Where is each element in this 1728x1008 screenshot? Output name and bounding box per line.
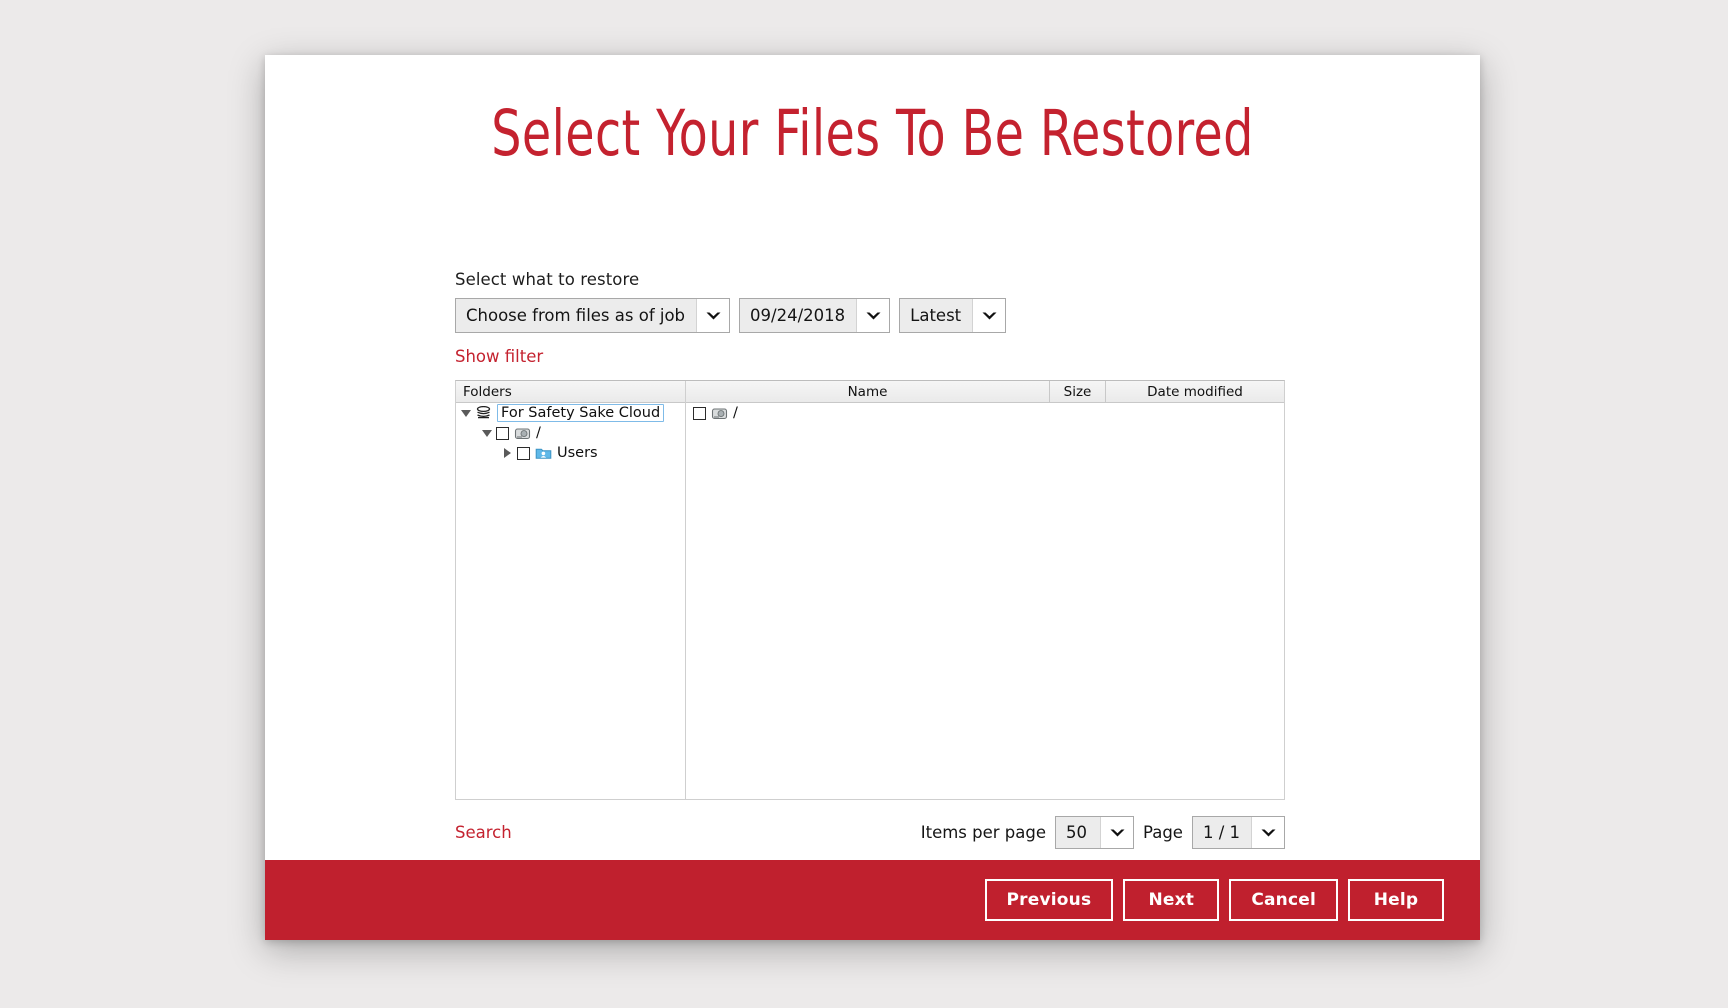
file-list: /: [686, 403, 1284, 799]
source-select-value: Choose from files as of job: [456, 299, 697, 332]
items-per-page-value: 50: [1056, 817, 1100, 848]
file-list-row[interactable]: /: [686, 403, 1284, 423]
dialog-action-bar: Previous Next Cancel Help: [265, 860, 1480, 940]
cloud-stack-icon: [475, 405, 492, 421]
date-select[interactable]: 09/24/2018: [739, 298, 891, 333]
dialog-content: Select what to restore Choose from files…: [455, 270, 1285, 849]
tree-node-label: /: [536, 425, 541, 441]
column-header-size[interactable]: Size: [1050, 381, 1106, 402]
file-browser: Folders For Safety Sake Cloud / Users Na…: [455, 380, 1285, 800]
page-select[interactable]: 1 / 1: [1191, 816, 1285, 849]
hard-drive-icon: [514, 426, 531, 441]
items-per-page-label: Items per page: [920, 823, 1046, 842]
previous-button[interactable]: Previous: [984, 879, 1114, 921]
column-header-date-modified[interactable]: Date modified: [1106, 381, 1284, 402]
users-folder-icon: [535, 446, 552, 461]
tree-node-root-slash[interactable]: /: [456, 423, 685, 443]
folders-column-header: Folders: [456, 381, 685, 403]
source-select[interactable]: Choose from files as of job: [455, 298, 731, 333]
tree-node-checkbox[interactable]: [496, 426, 509, 440]
cancel-button[interactable]: Cancel: [1229, 879, 1338, 921]
restore-source-controls: Choose from files as of job 09/24/2018 L…: [455, 298, 1285, 333]
triangle-down-icon[interactable]: [477, 429, 496, 437]
chevron-down-icon: [696, 299, 730, 332]
tree-node-root[interactable]: For Safety Sake Cloud: [456, 403, 685, 423]
page-label: Page: [1143, 823, 1183, 842]
file-row-name: /: [733, 405, 738, 421]
select-what-to-restore-label: Select what to restore: [455, 270, 640, 289]
chevron-down-icon: [972, 299, 1006, 332]
show-filter-link[interactable]: Show filter: [455, 347, 543, 366]
pagination-bar: Search Items per page 50 Page 1 / 1: [455, 816, 1285, 849]
column-header-name[interactable]: Name: [686, 381, 1050, 402]
file-row-checkbox[interactable]: [693, 406, 706, 420]
chevron-down-icon: [1100, 817, 1133, 848]
file-list-pane: Name Size Date modified /: [686, 381, 1284, 799]
help-button[interactable]: Help: [1348, 879, 1444, 921]
version-select-value: Latest: [900, 299, 973, 332]
pagination-controls: Items per page 50 Page 1 / 1: [921, 816, 1285, 849]
triangle-right-icon[interactable]: [498, 448, 517, 458]
tree-node-users[interactable]: Users: [456, 443, 685, 463]
chevron-down-icon: [1251, 817, 1284, 848]
search-link[interactable]: Search: [455, 823, 512, 842]
items-per-page-select[interactable]: 50: [1055, 816, 1134, 849]
file-list-column-headers: Name Size Date modified: [686, 381, 1284, 403]
folder-tree-pane: Folders For Safety Sake Cloud / Users: [456, 381, 686, 799]
restore-wizard-dialog: Select Your Files To Be Restored Select …: [265, 55, 1480, 940]
tree-node-label: Users: [557, 445, 598, 461]
screen: Select Your Files To Be Restored Select …: [0, 0, 1728, 1008]
next-button[interactable]: Next: [1123, 879, 1220, 921]
chevron-down-icon: [856, 299, 890, 332]
tree-node-root-label: For Safety Sake Cloud: [497, 404, 665, 422]
triangle-down-icon[interactable]: [456, 409, 475, 417]
version-select[interactable]: Latest: [899, 298, 1007, 333]
hard-drive-icon: [711, 406, 728, 421]
page-title: Select Your Files To Be Restored: [491, 97, 1254, 170]
tree-node-checkbox[interactable]: [517, 446, 530, 460]
folder-tree: For Safety Sake Cloud / Users: [456, 403, 685, 799]
page-value: 1 / 1: [1192, 817, 1251, 848]
date-select-value: 09/24/2018: [740, 299, 857, 332]
